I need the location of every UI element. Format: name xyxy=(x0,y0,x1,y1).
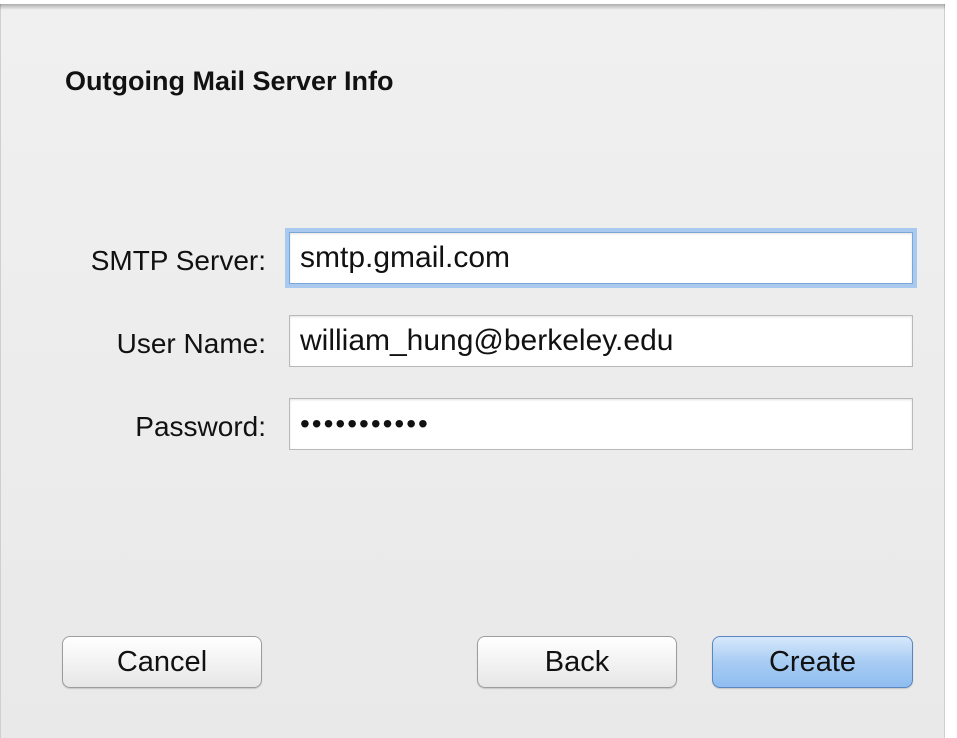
smtp-server-input[interactable] xyxy=(289,232,913,284)
user-name-label: User Name: xyxy=(116,328,266,359)
sheet-shadow xyxy=(0,4,945,10)
user-name-input[interactable] xyxy=(289,315,913,367)
cancel-button[interactable]: Cancel xyxy=(62,636,262,688)
back-button[interactable]: Back xyxy=(477,636,677,688)
dialog-title: Outgoing Mail Server Info xyxy=(65,66,394,96)
password-label: Password: xyxy=(135,411,266,442)
smtp-server-label: SMTP Server: xyxy=(90,245,266,276)
password-input[interactable]: ••••••••••• xyxy=(289,398,913,450)
mail-setup-sheet xyxy=(0,4,945,738)
create-button[interactable]: Create xyxy=(712,636,913,688)
window-right-edge xyxy=(945,0,957,738)
